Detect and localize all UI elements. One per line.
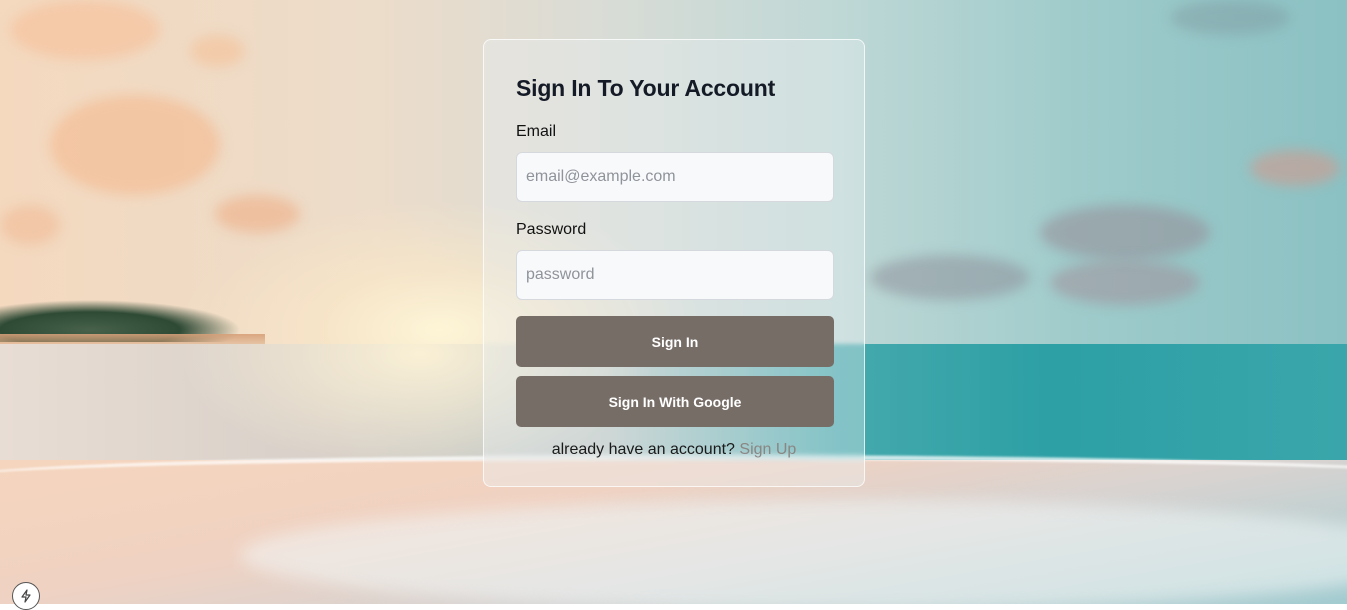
lightning-bolt-glyph xyxy=(21,589,31,603)
cloud xyxy=(1050,260,1200,305)
sign-in-button[interactable]: Sign In xyxy=(516,316,834,367)
cloud xyxy=(1250,150,1340,186)
cloud xyxy=(1170,0,1290,35)
google-sign-in-button[interactable]: Sign In With Google xyxy=(516,376,834,427)
password-label: Password xyxy=(516,221,587,238)
lightning-bolt-icon[interactable] xyxy=(12,582,40,610)
signup-prompt-text: already have an account? xyxy=(551,441,735,458)
cloud xyxy=(1040,205,1210,260)
signup-prompt: already have an account? Sign Up xyxy=(516,440,832,460)
password-field[interactable] xyxy=(516,250,834,300)
cloud xyxy=(190,35,245,67)
sign-in-card: Sign In To Your Account Email Password S… xyxy=(483,39,865,487)
email-label: Email xyxy=(516,123,557,140)
cloud xyxy=(50,95,220,195)
page-title: Sign In To Your Account xyxy=(516,75,776,101)
sign-up-link[interactable]: Sign Up xyxy=(739,441,796,458)
cloud xyxy=(870,255,1030,300)
email-field[interactable] xyxy=(516,152,834,202)
cloud xyxy=(215,195,300,233)
cloud xyxy=(10,0,160,60)
cloud xyxy=(0,205,60,245)
